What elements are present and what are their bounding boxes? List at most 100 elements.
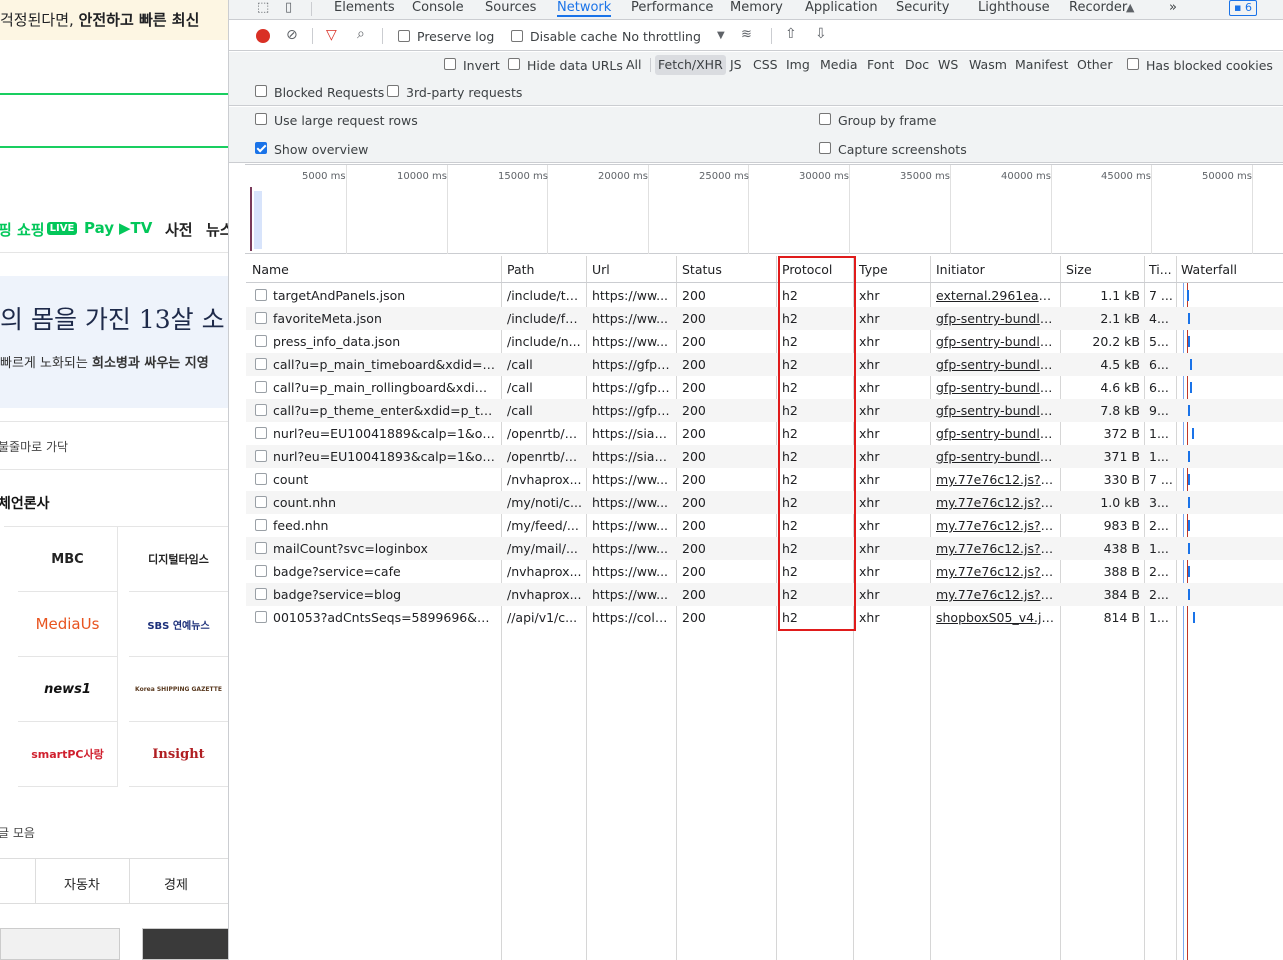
cell-initiator[interactable]: gfp-sentry-bundle... xyxy=(936,380,1056,395)
clear-icon[interactable]: ⊘ xyxy=(286,28,298,42)
type-filter-wasm[interactable]: Wasm xyxy=(966,55,1010,75)
press-logo-sbs-entertainment[interactable]: SBS 연예뉴스 xyxy=(129,592,228,657)
column-header-url[interactable]: Url xyxy=(592,262,610,277)
column-header-name[interactable]: Name xyxy=(252,262,289,277)
service-link-shopping-prev[interactable]: 핑 xyxy=(0,219,12,240)
type-filter-img[interactable]: Img xyxy=(783,55,813,75)
table-row[interactable]: badge?service=cafe/nvhaprox... https://ww… xyxy=(246,560,1283,583)
cell-initiator[interactable]: my.77e76c12.js?o... xyxy=(936,495,1056,510)
large-rows-checkbox[interactable] xyxy=(255,113,267,125)
table-row[interactable]: call?u=p_theme_enter&xdid=p_the... /call h… xyxy=(246,399,1283,422)
cell-initiator[interactable]: shopboxS05_v4.js?... xyxy=(936,610,1056,625)
hide-data-urls-checkbox[interactable] xyxy=(508,58,520,70)
tab-memory[interactable]: Memory xyxy=(730,0,783,17)
export-har-icon[interactable]: ⇩ xyxy=(815,27,827,41)
disable-cache-checkbox[interactable] xyxy=(511,30,523,42)
third-party-requests-checkbox[interactable] xyxy=(387,85,399,97)
table-row[interactable]: mailCount?svc=loginbox/my/mail/... https:… xyxy=(246,537,1283,560)
filter-icon[interactable]: ▽ xyxy=(326,28,337,42)
table-row[interactable]: nurl?eu=EU10041889&calp=1&oj=... /openrtb… xyxy=(246,422,1283,445)
press-logo-mbc[interactable]: MBC xyxy=(18,527,118,592)
cell-initiator[interactable]: external.2961eaa5.... xyxy=(936,288,1056,303)
type-filter-doc[interactable]: Doc xyxy=(902,55,932,75)
throttling-select[interactable]: No throttling xyxy=(622,29,701,44)
cell-initiator[interactable]: my.77e76c12.js?o... xyxy=(936,564,1056,579)
press-logo-insight[interactable]: Insight xyxy=(129,722,228,787)
table-row[interactable]: count/nvhaprox... https://ww... 200 h2 xhr my… xyxy=(246,468,1283,491)
news-thumbnail[interactable] xyxy=(142,928,228,960)
type-filter-js[interactable]: JS xyxy=(727,55,745,75)
topic-tab-economy[interactable]: 경제 xyxy=(164,874,188,893)
network-conditions-icon[interactable]: ≋ xyxy=(741,28,752,42)
table-row[interactable]: count.nhn/my/noti/c... https://ww... 200 h2… xyxy=(246,491,1283,514)
type-filter-css[interactable]: CSS xyxy=(750,55,781,75)
service-link-shopping-live[interactable]: 쇼핑 LIVE xyxy=(17,219,78,240)
table-row[interactable]: favoriteMeta.json/include/fa... https://w… xyxy=(246,307,1283,330)
cell-initiator[interactable]: my.77e76c12.js?o... xyxy=(936,518,1056,533)
service-link-news[interactable]: 뉴스 xyxy=(206,219,228,240)
type-filter-all[interactable]: All xyxy=(623,55,645,75)
press-logo-shipping-gazette[interactable]: Korea SHIPPING GAZETTE xyxy=(129,657,228,722)
type-filter-font[interactable]: Font xyxy=(864,55,897,75)
issues-badge[interactable]: ▪ 6 xyxy=(1229,0,1257,16)
tab-sources[interactable]: Sources xyxy=(485,0,536,17)
press-logo-mediaus[interactable]: MediaUs xyxy=(18,592,118,657)
cell-initiator[interactable]: gfp-sentry-bundle... xyxy=(936,334,1056,349)
table-row[interactable]: feed.nhn/my/feed/... https://ww... 200 h2 xh… xyxy=(246,514,1283,537)
type-filter-other[interactable]: Other xyxy=(1074,55,1116,75)
table-row[interactable]: 001053?adCntsSeqs=5899696&adC... //api/v1… xyxy=(246,606,1283,629)
type-filter-fetch-xhr[interactable]: Fetch/XHR xyxy=(655,55,726,75)
press-logo-digitaltimes[interactable]: 디지털타임스 xyxy=(129,527,228,592)
cell-initiator[interactable]: gfp-sentry-bundle... xyxy=(936,357,1056,372)
column-header-size[interactable]: Size xyxy=(1066,262,1092,277)
invert-checkbox[interactable] xyxy=(444,58,456,70)
record-stop-icon[interactable] xyxy=(256,29,270,43)
network-overview-timeline[interactable]: 5000 ms 10000 ms 15000 ms 20000 ms 25000… xyxy=(245,164,1283,254)
press-logo-smartpc[interactable]: smartPC사랑 xyxy=(18,722,118,787)
news-thumbnail[interactable] xyxy=(0,928,120,960)
search-icon[interactable]: ⌕ xyxy=(357,27,365,41)
tab-network[interactable]: Network xyxy=(557,0,612,17)
import-har-icon[interactable]: ⇧ xyxy=(785,27,797,41)
tab-recorder[interactable]: Recorder xyxy=(1069,0,1127,17)
column-header-initiator[interactable]: Initiator xyxy=(936,262,985,277)
topic-tab-car[interactable]: 자동차 xyxy=(64,874,100,893)
tab-security[interactable]: Security xyxy=(896,0,949,17)
service-link-tv[interactable]: ▶TV xyxy=(119,219,152,237)
news-banner[interactable]: 의 몸을 가진 13살 소 빠르게 노화되는 희소병과 싸우는 지영 xyxy=(0,276,228,408)
has-blocked-cookies-checkbox[interactable] xyxy=(1127,58,1139,70)
cell-initiator[interactable]: my.77e76c12.js?o... xyxy=(936,587,1056,602)
service-link-dictionary[interactable]: 사전 xyxy=(165,219,193,240)
press-logo-news1[interactable]: news1 xyxy=(18,657,118,722)
tab-application[interactable]: Application xyxy=(805,0,878,17)
cell-initiator[interactable]: gfp-sentry-bundle... xyxy=(936,449,1056,464)
table-row[interactable]: badge?service=blog/nvhaprox... https://ww… xyxy=(246,583,1283,606)
preserve-log-checkbox[interactable] xyxy=(398,30,410,42)
table-row[interactable]: nurl?eu=EU10041893&calp=1&oj=Z... /openrt… xyxy=(246,445,1283,468)
column-header-waterfall[interactable]: Waterfall xyxy=(1181,262,1237,277)
tab-lighthouse[interactable]: Lighthouse xyxy=(978,0,1050,17)
column-header-time[interactable]: Ti... xyxy=(1149,262,1172,277)
service-link-pay[interactable]: Pay xyxy=(84,219,114,237)
table-row[interactable]: call?u=p_main_timeboard&xdid=vet... /call… xyxy=(246,353,1283,376)
cell-initiator[interactable]: gfp-sentry-bundle... xyxy=(936,426,1056,441)
column-header-type[interactable]: Type xyxy=(859,262,888,277)
group-by-frame-checkbox[interactable] xyxy=(819,113,831,125)
table-row[interactable]: call?u=p_main_rollingboard&xdid=v... /cal… xyxy=(246,376,1283,399)
tab-elements[interactable]: Elements xyxy=(334,0,395,17)
chevron-down-icon[interactable]: ▼ xyxy=(717,29,725,43)
type-filter-manifest[interactable]: Manifest xyxy=(1012,55,1071,75)
capture-screenshots-checkbox[interactable] xyxy=(819,142,831,154)
table-row[interactable]: press_info_data.json/include/n... https:/… xyxy=(246,330,1283,353)
tab-performance[interactable]: Performance xyxy=(631,0,713,17)
type-filter-media[interactable]: Media xyxy=(817,55,861,75)
tab-console[interactable]: Console xyxy=(412,0,464,17)
browser-notice-banner[interactable]: 걱정된다면, 안전하고 빠른 최신 xyxy=(0,0,228,40)
cell-initiator[interactable]: gfp-sentry-bundle... xyxy=(936,311,1056,326)
column-header-status[interactable]: Status xyxy=(682,262,722,277)
show-overview-checkbox[interactable] xyxy=(255,142,267,154)
type-filter-ws[interactable]: WS xyxy=(935,55,961,75)
device-toolbar-icon[interactable]: ▯ xyxy=(285,1,292,15)
cell-initiator[interactable]: gfp-sentry-bundle... xyxy=(936,403,1056,418)
more-tabs-button[interactable]: » xyxy=(1169,0,1177,17)
